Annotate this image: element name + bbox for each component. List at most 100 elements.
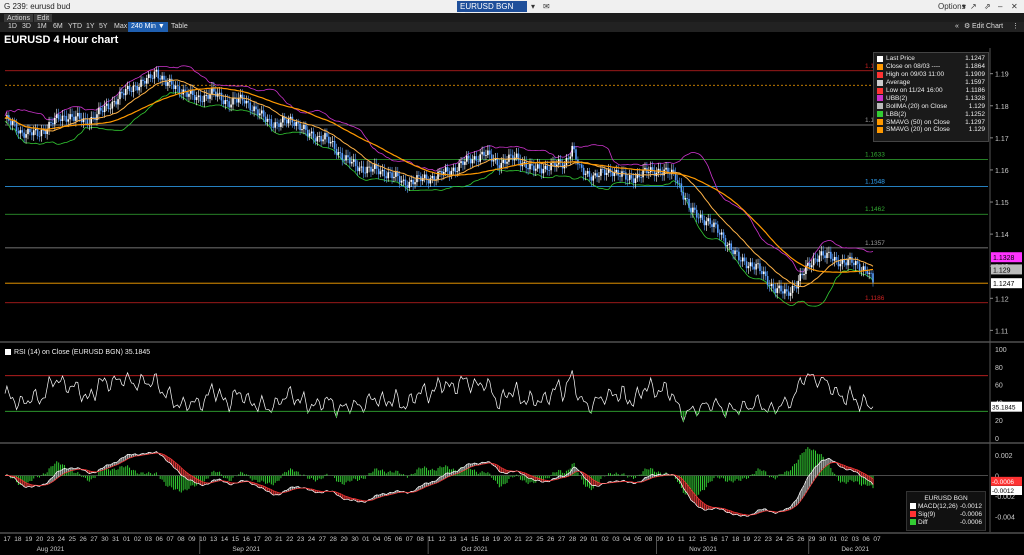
candle-body [764, 271, 767, 277]
candle-body [684, 198, 687, 200]
candle-body [115, 101, 117, 105]
candle-body [335, 148, 338, 155]
x-day-label: 15 [471, 536, 479, 543]
candle-body [669, 173, 671, 175]
legend-row: SMAVG (20) on Close 1.129 [877, 126, 985, 134]
candle-body [768, 285, 771, 287]
candle-body [126, 85, 129, 89]
candle-body [339, 152, 342, 154]
candle-body [423, 174, 426, 179]
macd-tick-label: 0.002 [995, 453, 1013, 460]
candle-body [331, 140, 334, 143]
candle-body [32, 130, 35, 136]
candle-body [713, 222, 715, 227]
x-day-label: 17 [721, 536, 729, 543]
candle-body [556, 164, 558, 167]
candle-body [795, 286, 798, 289]
candle-body [784, 289, 786, 294]
x-day-label: 11 [678, 536, 685, 543]
candle-body [402, 179, 405, 181]
candle-body [220, 92, 223, 101]
candle-body [820, 251, 823, 256]
candle-body [113, 101, 116, 103]
candle-body [870, 272, 872, 274]
x-day-label: 04 [623, 536, 631, 543]
legend-swatch [877, 63, 883, 70]
candle-body [397, 172, 399, 177]
rsi-tick-label: 0 [995, 436, 999, 443]
candle-body [199, 95, 202, 102]
candle-body [324, 133, 326, 140]
x-day-label: 01 [362, 536, 370, 543]
candle-body [383, 169, 386, 177]
x-day-label: 03 [852, 536, 860, 543]
candle-body [255, 106, 257, 110]
candle-body [567, 157, 570, 159]
x-day-label: 09 [656, 536, 664, 543]
candle-body [439, 170, 441, 172]
candle-body [249, 102, 252, 111]
candle-body [680, 183, 683, 193]
candle-body [584, 173, 587, 175]
candle-body [368, 166, 370, 168]
macd-legend-row: MACD(12,26) -0.0012 [910, 502, 982, 510]
candle-body [218, 92, 221, 94]
candle-body [452, 167, 455, 171]
candle-body [163, 75, 165, 80]
candle-body [506, 161, 508, 164]
candle-body [791, 285, 794, 293]
candle-body [626, 179, 629, 181]
chart-area[interactable]: 1.19 1.17 1.1633 1.1548 1.1462 1.1357 1.1186 1… [0, 0, 1024, 555]
candle-body [393, 176, 395, 179]
lower-bollinger-band [4, 91, 874, 307]
candle-body [222, 100, 225, 105]
candle-body [542, 169, 545, 174]
candle-body [149, 74, 152, 78]
candle-body [548, 170, 550, 171]
x-day-label: 12 [689, 536, 697, 543]
candle-body [57, 114, 60, 120]
candle-body [533, 165, 535, 171]
candle-body [715, 222, 717, 225]
candle-body [140, 79, 142, 87]
candle-body [690, 207, 692, 213]
candle-body [525, 161, 527, 169]
x-day-label: 23 [765, 536, 773, 543]
candle-body [594, 173, 596, 176]
x-day-label: 27 [319, 536, 327, 543]
candle-body [611, 172, 614, 177]
x-day-label: 06 [863, 536, 871, 543]
x-day-label: 26 [80, 536, 88, 543]
candle-body [465, 155, 468, 162]
candle-body [322, 139, 324, 142]
candle-body [111, 101, 114, 109]
candle-body [406, 185, 409, 188]
legend-swatch [877, 95, 883, 102]
candle-body [306, 129, 309, 137]
x-day-label: 08 [177, 536, 185, 543]
legend-row: High on 09/03 11:00 1.1909 [877, 71, 985, 79]
candle-body [600, 168, 602, 176]
candle-body [354, 159, 357, 167]
candle-body [303, 124, 305, 130]
candle-body [257, 109, 259, 116]
candle-body [596, 173, 598, 178]
candle-body [738, 251, 740, 261]
legend-row: BollMA (20) on Close 1.129 [877, 102, 985, 110]
candle-body [483, 151, 485, 156]
candle-body [761, 271, 763, 275]
x-day-label: 31 [112, 536, 120, 543]
legend-row: Close on 08/03 ---- 1.1864 [877, 63, 985, 71]
candle-body [395, 172, 397, 177]
rsi-tick-label: 20 [995, 418, 1003, 425]
x-day-label: 25 [536, 536, 544, 543]
legend-value: 1.1252 [965, 110, 985, 118]
price-series [4, 65, 874, 307]
candle-body [477, 160, 480, 162]
candle-body [224, 100, 227, 105]
x-day-label: 22 [754, 536, 762, 543]
candle-body [193, 95, 196, 101]
x-day-label: 13 [449, 536, 457, 543]
candle-body [107, 103, 110, 110]
candle-body [808, 263, 811, 268]
